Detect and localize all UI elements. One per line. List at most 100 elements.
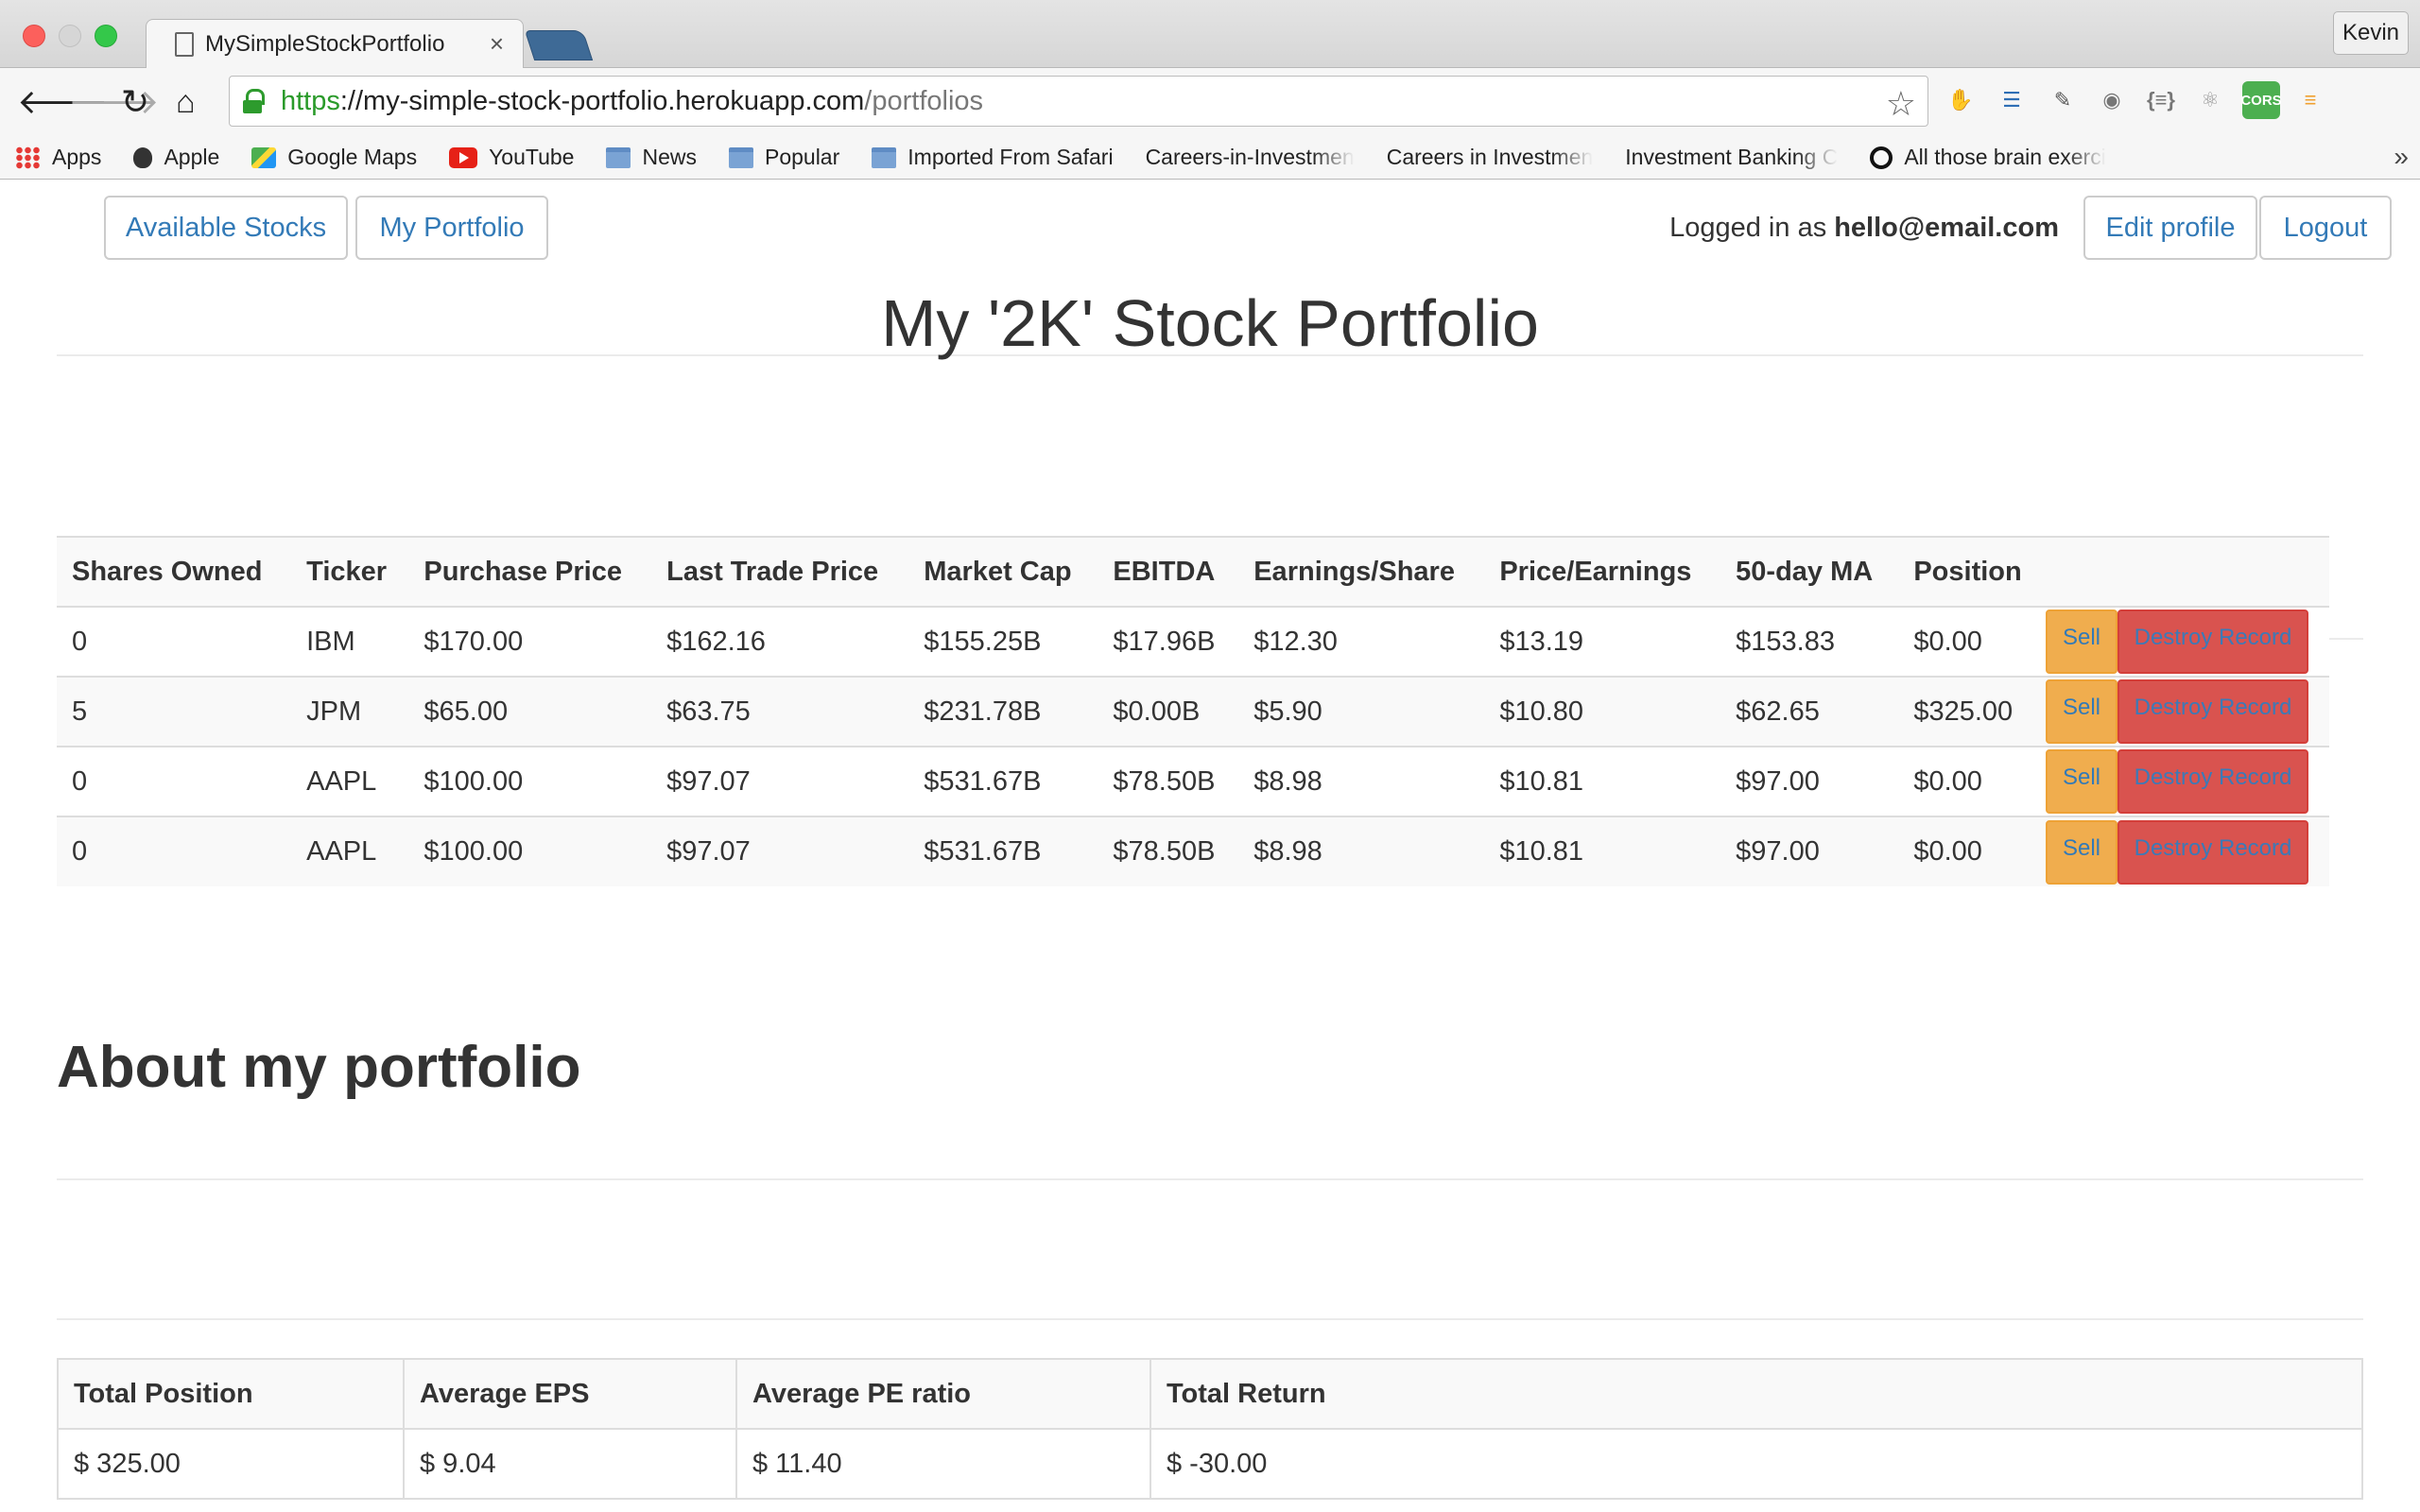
bookmark-item[interactable]: News — [606, 145, 697, 170]
divider — [57, 1318, 2363, 1320]
bookmark-label: YouTube — [489, 145, 575, 169]
table-cell: 5 — [72, 696, 88, 727]
bookmark-item[interactable]: All those brain exerci — [1870, 145, 2106, 170]
new-tab-button[interactable] — [524, 30, 594, 60]
tab-close-icon[interactable]: × — [490, 29, 504, 59]
window-zoom-button[interactable] — [95, 25, 117, 47]
edit-profile-button[interactable]: Edit profile — [2083, 196, 2257, 260]
sell-button[interactable]: Sell — [2046, 749, 2118, 814]
table-cell: $100.00 — [424, 765, 524, 797]
bookmarks-overflow-icon[interactable]: » — [2394, 142, 2409, 172]
bookmark-label: Investment Banking C — [1625, 145, 1839, 169]
sell-button[interactable]: Sell — [2046, 819, 2118, 885]
table-cell: $10.81 — [1499, 836, 1584, 867]
adblock-icon[interactable]: ✋ — [1942, 81, 1979, 119]
page-title: My '2K' Stock Portfolio — [881, 286, 1539, 360]
column-header: Shares Owned — [57, 537, 292, 608]
table-cell: $63.75 — [666, 696, 751, 727]
menu-icon[interactable]: ≡ — [2291, 81, 2329, 119]
logout-button[interactable]: Logout — [2259, 196, 2392, 260]
table-cell: $13.19 — [1499, 626, 1584, 657]
table-cell: $8.98 — [1253, 836, 1322, 867]
tab-title: MySimpleStockPortfolio — [205, 30, 445, 57]
summary-values-row: $ 325.00 $ 9.04 $ 11.40 $ -30.00 — [57, 1428, 2363, 1500]
table-cell: $10.80 — [1499, 696, 1584, 727]
destroy-record-button[interactable]: Destroy Record — [2118, 610, 2308, 674]
column-header: Last Trade Price — [651, 537, 909, 608]
table-cell: $10.81 — [1499, 765, 1584, 797]
table-cell: $0.00 — [1913, 626, 1982, 657]
table-cell: JPM — [306, 696, 362, 727]
table-cell: $97.07 — [666, 836, 751, 867]
bookmark-label: Apple — [164, 145, 220, 169]
bookmark-label: All those brain exerci — [1904, 145, 2106, 169]
table-cell: $0.00 — [1913, 836, 1982, 867]
bookmark-item[interactable]: Imported From Safari — [872, 145, 1114, 170]
table-cell: $62.65 — [1736, 696, 1820, 727]
table-cell: 0 — [72, 626, 88, 657]
table-cell: $0.00B — [1113, 696, 1201, 727]
sell-button[interactable]: Sell — [2046, 610, 2118, 674]
table-cell: $325.00 — [1913, 696, 2014, 727]
folder-icon — [872, 146, 897, 168]
row-actions: Sell Destroy Record — [2046, 816, 2329, 886]
table-cell: $5.90 — [1253, 696, 1322, 727]
summary-header: Average EPS — [403, 1358, 737, 1430]
bookmark-label: Apps — [52, 145, 102, 169]
my-portfolio-button[interactable]: My Portfolio — [355, 196, 548, 260]
bookmark-label: News — [642, 145, 697, 169]
destroy-record-button[interactable]: Destroy Record — [2118, 819, 2308, 885]
url-text: https://my-simple-stock-portfolio.heroku… — [281, 85, 984, 116]
available-stocks-button[interactable]: Available Stocks — [104, 196, 348, 260]
column-header: Earnings/Share — [1238, 537, 1485, 608]
react-icon[interactable]: ⚛ — [2191, 81, 2229, 119]
bookmark-item[interactable]: Careers in Investmen — [0, 145, 1593, 339]
destroy-record-button[interactable]: Destroy Record — [2118, 679, 2308, 744]
table-cell: $155.25B — [924, 626, 1042, 657]
bookmark-item[interactable]: Apple — [133, 145, 219, 170]
home-icon[interactable]: ⌂ — [176, 85, 196, 119]
profile-button[interactable]: Kevin — [2333, 11, 2409, 55]
table-cell: $531.67B — [924, 836, 1042, 867]
divider — [57, 1178, 2363, 1180]
table-cell: 0 — [72, 765, 88, 797]
eyedropper-icon[interactable]: ✎ — [2044, 81, 2082, 119]
page-content: Available Stocks My Portfolio Logged in … — [0, 180, 2420, 1512]
table-cell: $78.50B — [1113, 836, 1216, 867]
window-close-button[interactable] — [23, 25, 45, 47]
bookmark-item[interactable]: YouTube — [449, 145, 574, 170]
summary-header: Total Position — [57, 1358, 405, 1430]
bookmark-item[interactable]: Popular — [728, 145, 839, 170]
bookmark-label: Imported From Safari — [908, 145, 1114, 169]
row-actions: Sell Destroy Record — [2046, 607, 2329, 677]
bookmark-star-icon[interactable]: ☆ — [1886, 84, 1916, 124]
window-minimize-button[interactable] — [59, 25, 81, 47]
bookmark-item[interactable]: Investment Banking C — [0, 145, 1839, 339]
table-row: 0 AAPL $100.00 $97.07 $531.67B $78.50B $8.98 $1… — [57, 816, 2329, 886]
summary-value: $ 9.04 — [403, 1428, 737, 1500]
table-cell: $97.00 — [1736, 836, 1820, 867]
folder-icon — [728, 146, 753, 168]
bookmark-item[interactable]: Google Maps — [251, 145, 417, 170]
summary-value: $ 325.00 — [57, 1428, 405, 1500]
logged-in-status: Logged in as hello@email.com — [1669, 196, 2059, 260]
bookmark-item[interactable]: Careers-in-Investmen — [0, 145, 1355, 339]
bookmarks-bar: Apps Apple Google Maps YouTube News Popular Im… — [0, 136, 2420, 339]
destroy-record-button[interactable]: Destroy Record — [2118, 749, 2308, 814]
portfolio-table: Shares Owned Ticker Purchase Price Last Tra… — [57, 536, 2329, 886]
bookmark-item[interactable]: Apps — [15, 145, 101, 170]
table-cell: $97.00 — [1736, 765, 1820, 797]
sell-button[interactable]: Sell — [2046, 679, 2118, 744]
browser-tab-active[interactable]: MySimpleStockPortfolio × — [146, 19, 524, 68]
address-bar[interactable]: https://my-simple-stock-portfolio.heroku… — [229, 76, 1928, 127]
cors-icon[interactable]: CORS — [2240, 81, 2282, 119]
youtube-icon — [449, 146, 478, 168]
column-header: Price/Earnings — [1484, 537, 1721, 608]
column-header: Position — [1898, 537, 2046, 608]
record-icon[interactable]: ◉ — [2093, 81, 2131, 119]
json-icon[interactable]: {≡} — [2142, 81, 2180, 119]
table-cell: $97.07 — [666, 765, 751, 797]
table-cell: IBM — [306, 626, 355, 657]
rss-icon[interactable]: ☰ — [1993, 81, 2031, 119]
reload-icon[interactable]: ↻ — [121, 85, 149, 119]
